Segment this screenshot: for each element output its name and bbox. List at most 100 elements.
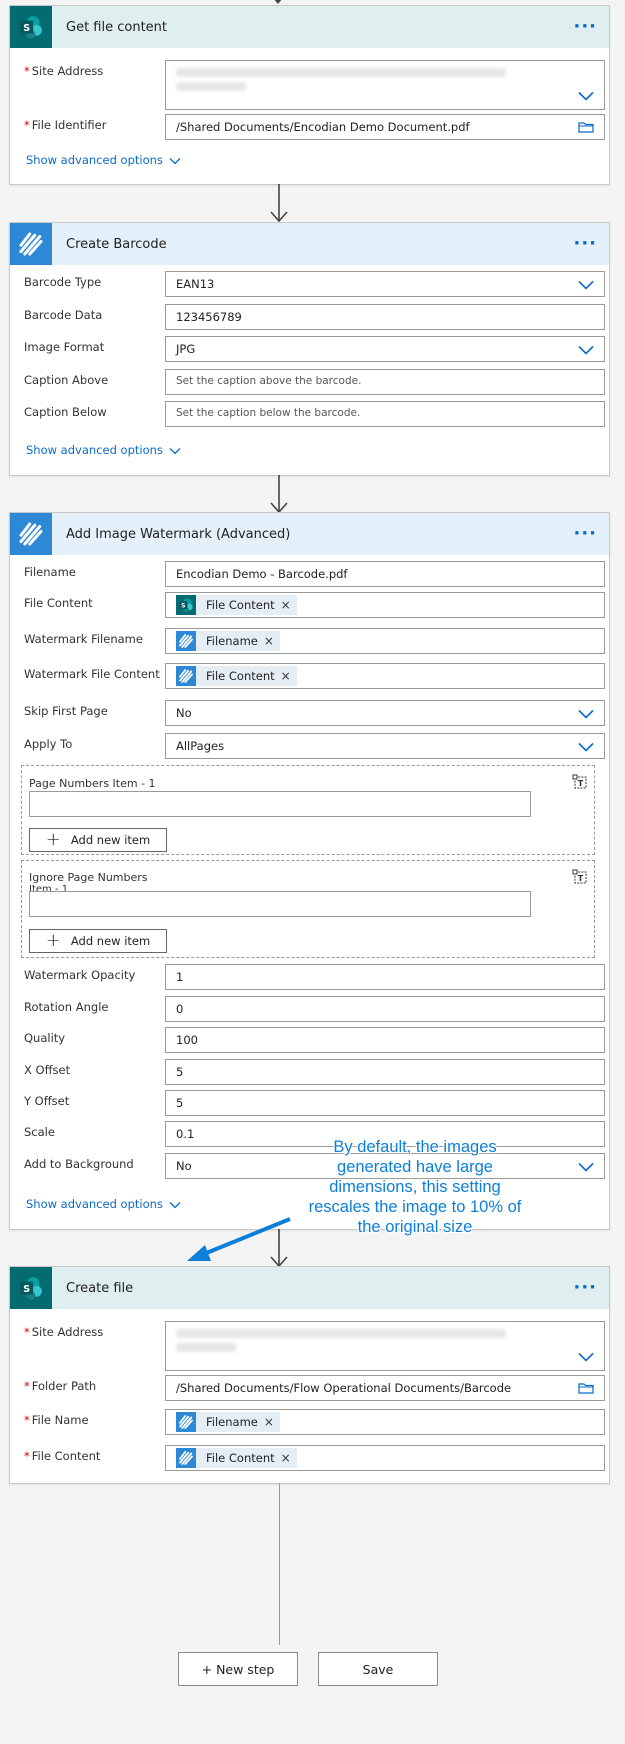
remove-token-icon[interactable]: × [264,634,274,648]
add-to-background-value: No [176,1159,192,1173]
save-button[interactable]: Save [318,1652,438,1686]
add-new-item-label: Add new item [70,934,151,948]
watermark-file-content-input[interactable]: File Content × [165,663,605,689]
add-to-background-label: Add to Background [24,1157,134,1171]
barcode-type-value: EAN13 [176,277,215,291]
file-identifier-field[interactable]: /Shared Documents/Encodian Demo Document… [165,114,605,140]
chevron-down-icon [578,709,594,719]
image-format-label: Image Format [24,340,105,354]
add-new-item-button[interactable]: + Add new item [29,828,167,852]
site-address-field[interactable] [165,60,605,110]
remove-token-icon[interactable]: × [281,669,291,683]
sharepoint-icon [176,595,196,615]
barcode-type-row: Barcode Type EAN13 [24,271,605,299]
file-identifier-label: * File Identifier [24,118,107,132]
scale-label: Scale [24,1125,55,1139]
dynamic-content-token[interactable]: Filename × [176,631,280,651]
rotation-angle-input[interactable]: 0 [165,996,605,1022]
barcode-type-select[interactable]: EAN13 [165,271,605,297]
new-step-button[interactable]: + New step [178,1652,298,1686]
card-header[interactable]: Get file content ··· [10,6,609,48]
y-offset-row: Y Offset 5 [24,1090,605,1118]
y-offset-label: Y Offset [24,1094,70,1108]
quality-input[interactable]: 100 [165,1027,605,1053]
folder-path-row: * Folder Path /Shared Documents/Flow Oper… [24,1375,605,1403]
caption-above-input[interactable]: Set the caption above the barcode. [165,369,605,395]
caption-below-input[interactable]: Set the caption below the barcode. [165,401,605,427]
card-header[interactable]: Create Barcode ··· [10,223,609,265]
card-header[interactable]: Create file ··· [10,1267,609,1309]
remove-token-icon[interactable]: × [264,1415,274,1429]
dynamic-content-token[interactable]: File Content × [176,666,297,686]
show-advanced-label: Show advanced options [26,1197,163,1211]
card-header[interactable]: Add Image Watermark (Advanced) ··· [10,513,609,555]
file-content-label: File Content [24,596,93,610]
dynamic-content-token[interactable]: File Content × [176,595,297,615]
x-offset-input[interactable]: 5 [165,1059,605,1085]
add-new-item-button[interactable]: + Add new item [29,929,167,953]
file-name-label: * File Name [24,1413,89,1427]
remove-token-icon[interactable]: × [281,1451,291,1465]
more-options-icon[interactable]: ··· [573,1277,597,1298]
connector-line [279,1483,280,1645]
page-numbers-item-label: Page Numbers Item - 1 [29,777,156,790]
sharepoint-icon [10,6,52,48]
more-options-icon[interactable]: ··· [573,233,597,254]
connector-arrow-icon [267,184,291,224]
token-label: File Content [206,1451,275,1465]
file-content-input[interactable]: File Content × [165,1445,605,1471]
folder-icon[interactable] [578,1382,594,1394]
apply-to-value: AllPages [176,739,225,753]
barcode-data-row: Barcode Data 123456789 [24,304,605,332]
site-address-field[interactable] [165,1321,605,1371]
chevron-down-icon[interactable] [578,1352,594,1362]
page-numbers-item-input[interactable] [29,791,531,817]
skip-first-page-select[interactable]: No [165,700,605,726]
redacted-site-address [176,1343,236,1352]
switch-to-text-mode-icon[interactable] [572,869,588,885]
show-advanced-label: Show advanced options [26,153,163,167]
image-format-select[interactable]: JPG [165,336,605,362]
watermark-filename-row: Watermark Filename Filename × [24,628,605,656]
file-name-row: * File Name Filename × [24,1409,605,1437]
file-content-label: * File Content [24,1449,101,1463]
encodian-icon [176,1448,196,1468]
folder-path-field[interactable]: /Shared Documents/Flow Operational Docum… [165,1375,605,1401]
chevron-down-icon [169,157,181,165]
remove-token-icon[interactable]: × [281,598,291,612]
folder-icon[interactable] [578,121,594,133]
encodian-icon [176,1412,196,1432]
action-card-get-file-content: Get file content ··· * Site Address * File… [9,5,610,185]
chevron-down-icon[interactable] [578,91,594,101]
apply-to-select[interactable]: AllPages [165,733,605,759]
filename-input[interactable]: Encodian Demo - Barcode.pdf [165,561,605,587]
watermark-filename-input[interactable]: Filename × [165,628,605,654]
folder-path-value: /Shared Documents/Flow Operational Docum… [176,1381,512,1395]
barcode-data-input[interactable]: 123456789 [165,304,605,330]
show-advanced-options-link[interactable]: Show advanced options [26,443,181,457]
show-advanced-options-link[interactable]: Show advanced options [26,1197,181,1211]
quality-label: Quality [24,1031,66,1045]
show-advanced-options-link[interactable]: Show advanced options [26,153,181,167]
image-format-value: JPG [176,342,196,356]
sharepoint-icon [10,1267,52,1309]
skip-first-page-value: No [176,706,192,720]
more-options-icon[interactable]: ··· [573,16,597,37]
site-address-label: * Site Address [24,64,104,78]
file-name-input[interactable]: Filename × [165,1409,605,1435]
token-label: File Content [206,598,275,612]
chevron-down-icon [169,447,181,455]
more-options-icon[interactable]: ··· [573,523,597,544]
watermark-opacity-input[interactable]: 1 [165,964,605,990]
encodian-icon [10,513,52,555]
y-offset-input[interactable]: 5 [165,1090,605,1116]
switch-to-text-mode-icon[interactable] [572,774,588,790]
ignore-page-numbers-item-input[interactable] [29,891,531,917]
x-offset-label: X Offset [24,1063,71,1077]
page-numbers-array: Page Numbers Item - 1 + Add new item [21,765,595,855]
dynamic-content-token[interactable]: Filename × [176,1412,280,1432]
dynamic-content-token[interactable]: File Content × [176,1448,297,1468]
caption-above-row: Caption Above Set the caption above the … [24,369,605,397]
file-identifier-value: /Shared Documents/Encodian Demo Document… [176,120,470,134]
file-content-input[interactable]: File Content × [165,592,605,618]
